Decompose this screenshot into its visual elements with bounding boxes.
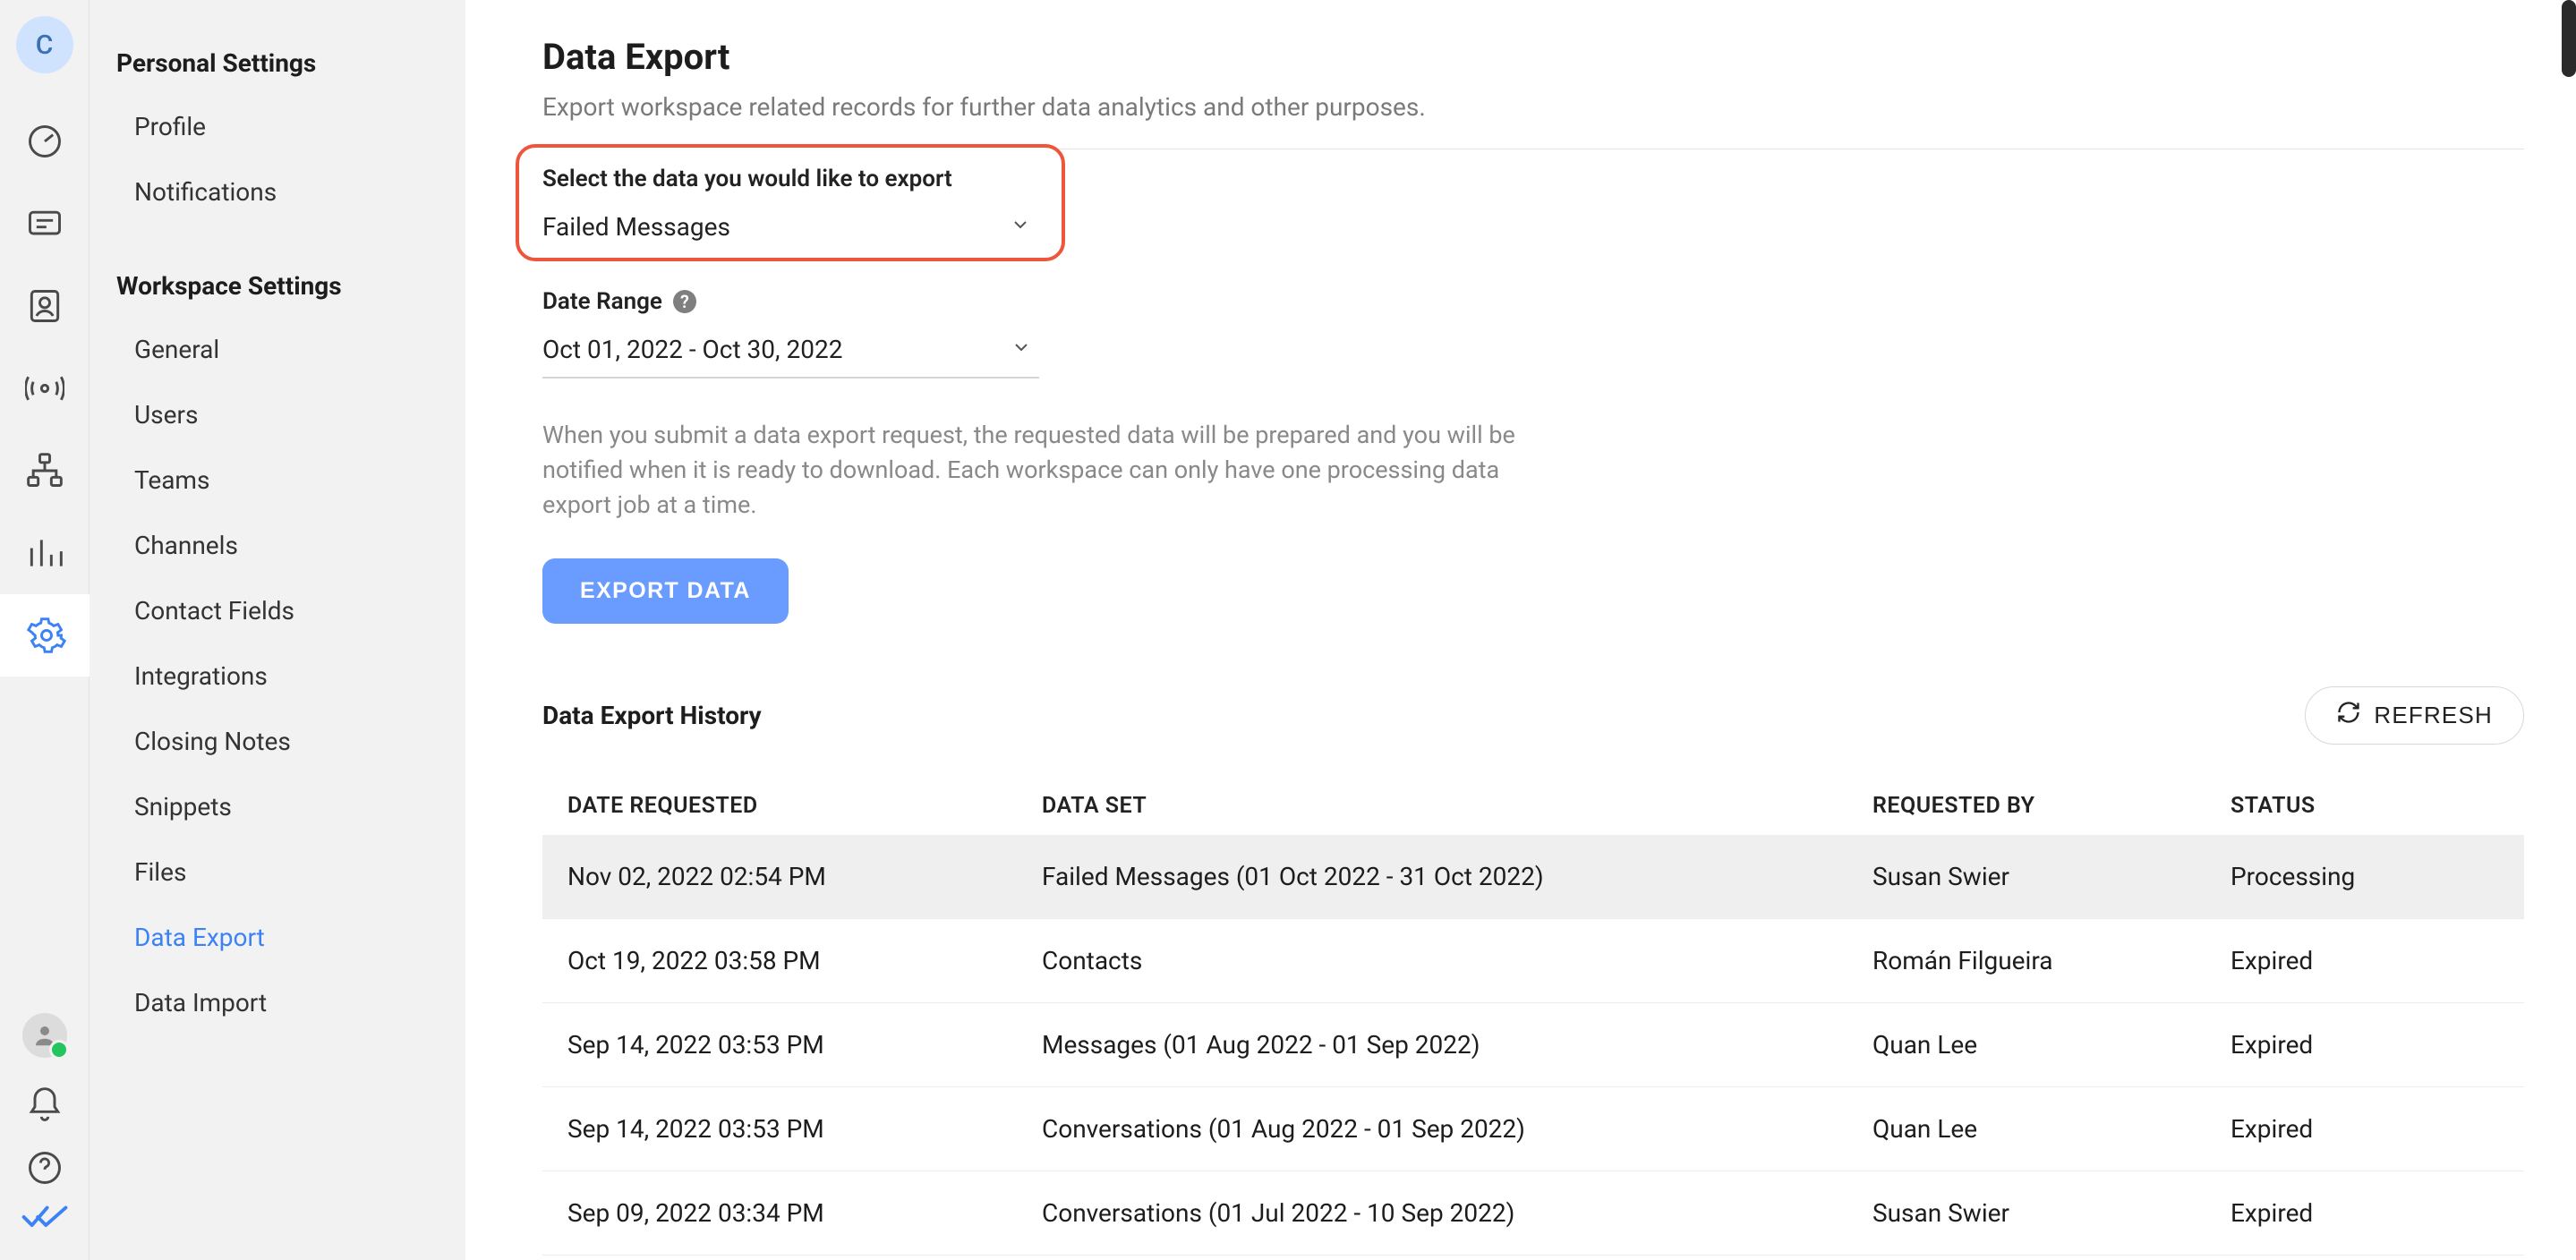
cell-data-set: Failed Messages (01 Oct 2022 - 31 Oct 20… bbox=[1042, 862, 1872, 891]
dashboard-icon[interactable] bbox=[0, 100, 90, 183]
page-title: Data Export bbox=[542, 36, 2524, 78]
refresh-icon bbox=[2336, 700, 2361, 731]
cell-requested-by: Quan Lee bbox=[1872, 1114, 2231, 1144]
scrollbar-thumb[interactable] bbox=[2562, 0, 2576, 77]
col-requested-by: REQUESTED BY bbox=[1872, 793, 2231, 819]
table-row[interactable]: Sep 09, 2022 03:34 PM Conversations (01 … bbox=[542, 1171, 2524, 1256]
cell-status: Expired bbox=[2231, 1114, 2499, 1144]
date-range-label: Date Range bbox=[542, 288, 662, 315]
help-icon[interactable] bbox=[0, 1137, 90, 1199]
cell-status: Expired bbox=[2231, 946, 2499, 975]
cell-requested-by: Susan Swier bbox=[1872, 1198, 2231, 1228]
select-data-label: Select the data you would like to export bbox=[542, 166, 1038, 192]
help-tooltip-icon[interactable]: ? bbox=[673, 290, 696, 313]
chevron-down-icon bbox=[1011, 335, 1036, 364]
sidebar-heading-workspace: Workspace Settings bbox=[90, 255, 465, 317]
cell-requested-by: Quan Lee bbox=[1872, 1030, 2231, 1060]
cell-status: Expired bbox=[2231, 1030, 2499, 1060]
settings-icon[interactable] bbox=[0, 594, 90, 677]
sidebar-item-contact-fields[interactable]: Contact Fields bbox=[90, 578, 465, 643]
table-header-row: DATE REQUESTED DATA SET REQUESTED BY STA… bbox=[542, 766, 2524, 835]
sidebar-item-users[interactable]: Users bbox=[90, 382, 465, 447]
sidebar-item-notifications[interactable]: Notifications bbox=[90, 159, 465, 225]
select-data-dropdown[interactable]: Failed Messages bbox=[542, 207, 1038, 243]
sidebar-item-data-import[interactable]: Data Import bbox=[90, 970, 465, 1035]
col-data-set: DATA SET bbox=[1042, 793, 1872, 819]
sidebar-item-profile[interactable]: Profile bbox=[90, 94, 465, 159]
messages-icon[interactable] bbox=[0, 183, 90, 265]
cell-date: Nov 02, 2022 02:54 PM bbox=[567, 862, 1042, 891]
sidebar-item-channels[interactable]: Channels bbox=[90, 513, 465, 578]
date-range-label-row: Date Range ? bbox=[542, 288, 1039, 315]
table-row[interactable]: Sep 14, 2022 03:53 PM Conversations (01 … bbox=[542, 1087, 2524, 1171]
sidebar-item-files[interactable]: Files bbox=[90, 839, 465, 905]
cell-date: Sep 14, 2022 03:53 PM bbox=[567, 1030, 1042, 1060]
table-row[interactable]: Oct 19, 2022 03:58 PM Contacts Román Fil… bbox=[542, 919, 2524, 1003]
settings-sidebar: Personal Settings Profile Notifications … bbox=[90, 0, 465, 1260]
export-data-button[interactable]: EXPORT DATA bbox=[542, 558, 789, 624]
table-pagination: Rows per page: 25 1-5 of 5 bbox=[542, 1256, 2524, 1260]
sidebar-heading-personal: Personal Settings bbox=[90, 32, 465, 94]
date-range-value: Oct 01, 2022 - Oct 30, 2022 bbox=[542, 335, 842, 364]
sidebar-item-general[interactable]: General bbox=[90, 317, 465, 382]
cell-data-set: Conversations (01 Aug 2022 - 01 Sep 2022… bbox=[1042, 1114, 1872, 1144]
table-row[interactable]: Nov 02, 2022 02:54 PM Failed Messages (0… bbox=[542, 835, 2524, 919]
sidebar-item-snippets[interactable]: Snippets bbox=[90, 774, 465, 839]
refresh-label: REFRESH bbox=[2374, 702, 2493, 729]
reports-icon[interactable] bbox=[0, 512, 90, 594]
col-date-requested: DATE REQUESTED bbox=[567, 793, 1042, 819]
history-title: Data Export History bbox=[542, 701, 762, 730]
col-status: STATUS bbox=[2231, 793, 2499, 819]
broadcast-icon[interactable] bbox=[0, 347, 90, 430]
select-data-value: Failed Messages bbox=[542, 212, 730, 242]
history-table: DATE REQUESTED DATA SET REQUESTED BY STA… bbox=[542, 766, 2524, 1256]
sidebar-item-teams[interactable]: Teams bbox=[90, 447, 465, 513]
export-info-text: When you submit a data export request, t… bbox=[542, 418, 1536, 523]
workspace-avatar[interactable]: C bbox=[16, 16, 73, 73]
contacts-icon[interactable] bbox=[0, 265, 90, 347]
cell-status: Processing bbox=[2231, 862, 2499, 891]
refresh-button[interactable]: REFRESH bbox=[2305, 686, 2524, 745]
icon-rail: C bbox=[0, 0, 90, 1260]
current-user-avatar[interactable] bbox=[22, 1013, 67, 1058]
sidebar-item-integrations[interactable]: Integrations bbox=[90, 643, 465, 709]
cell-date: Oct 19, 2022 03:58 PM bbox=[567, 946, 1042, 975]
cell-data-set: Contacts bbox=[1042, 946, 1872, 975]
cell-date: Sep 09, 2022 03:34 PM bbox=[567, 1198, 1042, 1228]
data-select-highlighted-box: Select the data you would like to export… bbox=[516, 144, 1065, 261]
cell-data-set: Conversations (01 Jul 2022 - 10 Sep 2022… bbox=[1042, 1198, 1872, 1228]
sidebar-item-closing-notes[interactable]: Closing Notes bbox=[90, 709, 465, 774]
table-row[interactable]: Sep 14, 2022 03:53 PM Messages (01 Aug 2… bbox=[542, 1003, 2524, 1087]
chevron-down-icon bbox=[1010, 212, 1035, 242]
notifications-bell-icon[interactable] bbox=[0, 1074, 90, 1137]
date-range-dropdown[interactable]: Oct 01, 2022 - Oct 30, 2022 bbox=[542, 329, 1039, 379]
cell-date: Sep 14, 2022 03:53 PM bbox=[567, 1114, 1042, 1144]
cell-requested-by: Susan Swier bbox=[1872, 862, 2231, 891]
avatar-letter: C bbox=[36, 30, 54, 61]
page-subtitle: Export workspace related records for fur… bbox=[542, 92, 2524, 149]
cell-requested-by: Román Filgueira bbox=[1872, 946, 2231, 975]
workflows-icon[interactable] bbox=[0, 430, 90, 512]
sidebar-item-data-export[interactable]: Data Export bbox=[90, 905, 465, 970]
cell-status: Expired bbox=[2231, 1198, 2499, 1228]
brand-logo-icon bbox=[21, 1199, 68, 1235]
main-content: Data Export Export workspace related rec… bbox=[465, 0, 2576, 1260]
cell-data-set: Messages (01 Aug 2022 - 01 Sep 2022) bbox=[1042, 1030, 1872, 1060]
